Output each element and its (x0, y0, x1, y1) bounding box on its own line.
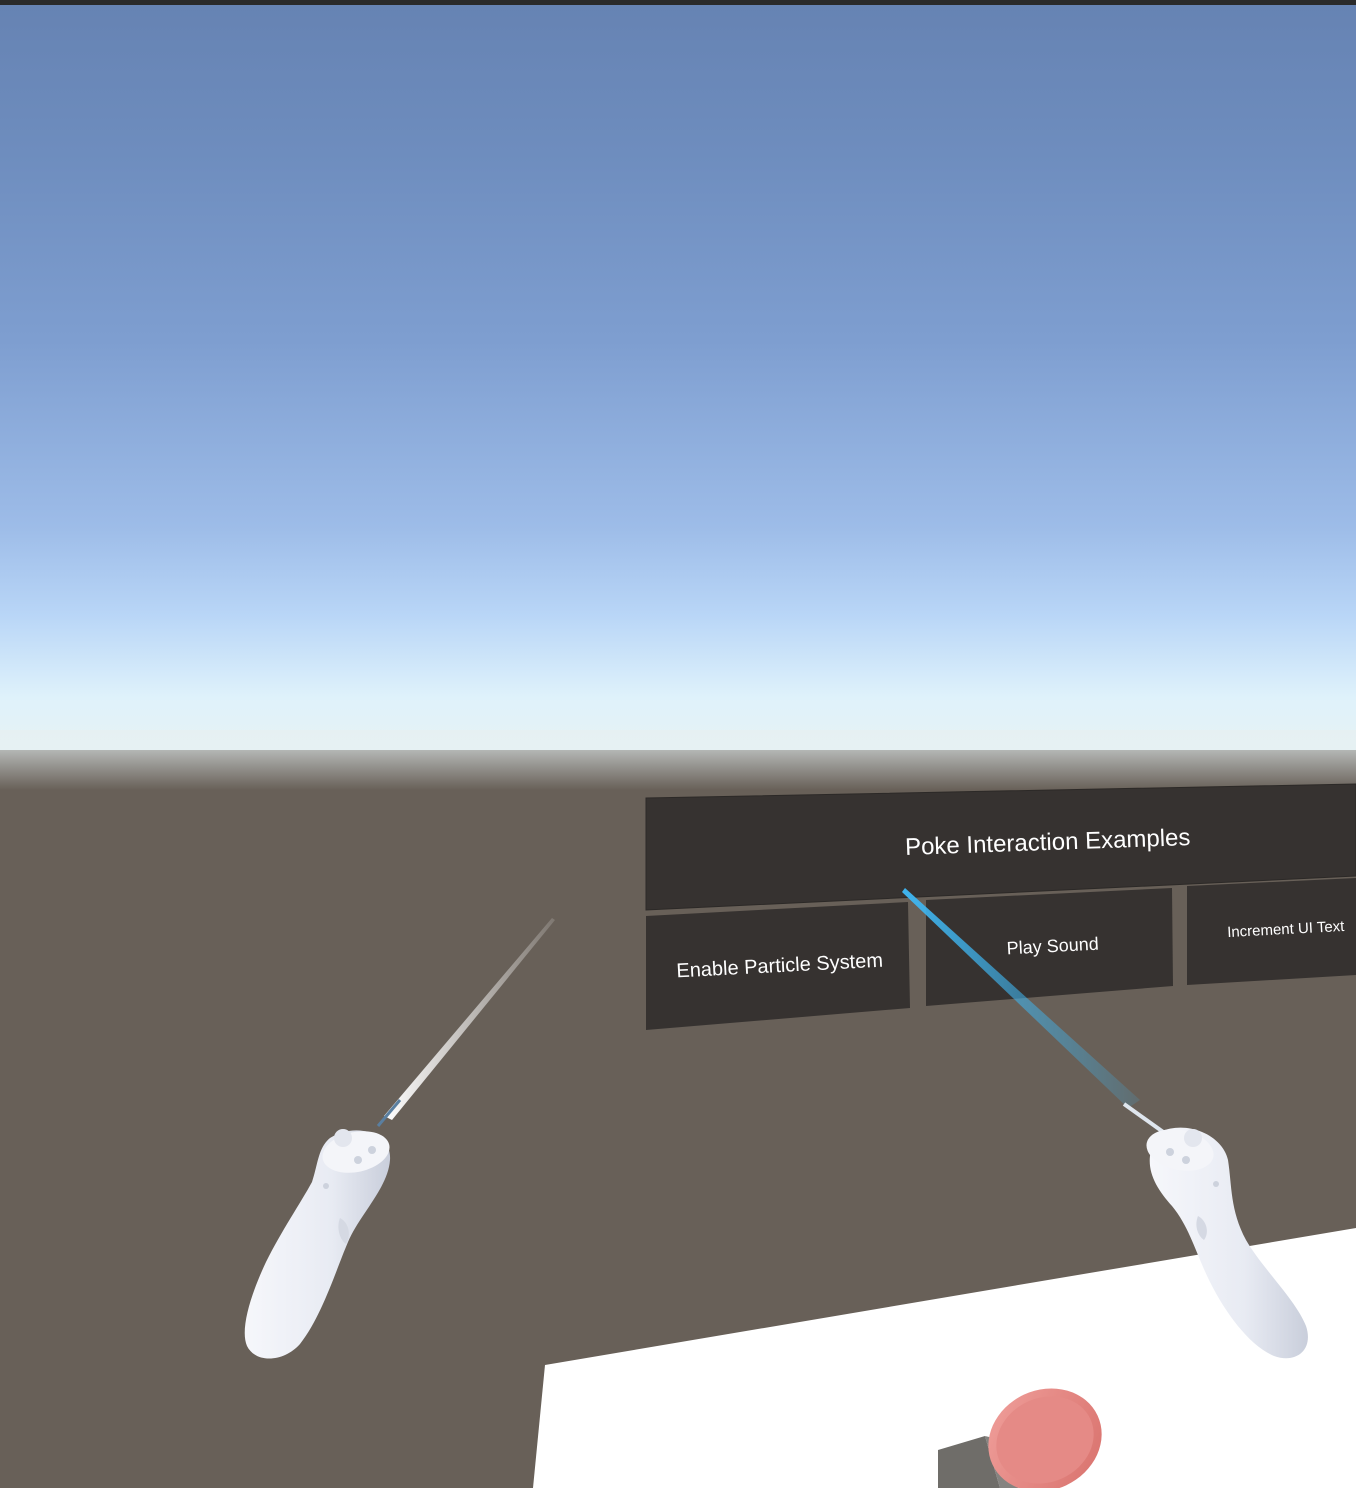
vr-scene: Poke Interaction Examples Enable Particl… (244, 783, 1356, 1488)
left-controller-ray (384, 918, 555, 1120)
increment-ui-text-button[interactable] (1187, 880, 1356, 984)
right-ray-origin (1122, 1102, 1168, 1136)
left-controller (244, 1129, 391, 1359)
play-sound-button[interactable] (926, 892, 1173, 1004)
enable-particle-system-button[interactable] (646, 910, 910, 1025)
